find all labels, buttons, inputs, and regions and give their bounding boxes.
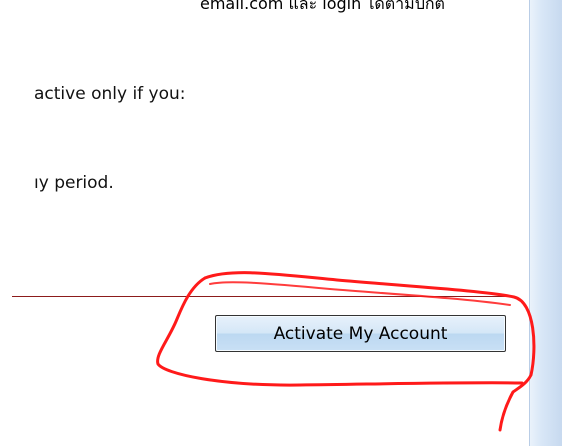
eligibility-text: active only if you: bbox=[34, 84, 186, 104]
red-highlight-annotation bbox=[156, 271, 536, 432]
period-text: ıy period. bbox=[34, 173, 114, 193]
top-caption: email.com และ login ได้ตามปกติ bbox=[200, 0, 445, 13]
section-divider bbox=[12, 296, 506, 297]
screenshot-stage: email.com และ login ได้ตามปกติ active on… bbox=[0, 0, 562, 446]
activate-account-button[interactable]: Activate My Account bbox=[215, 315, 506, 352]
right-side-panel bbox=[529, 0, 562, 446]
